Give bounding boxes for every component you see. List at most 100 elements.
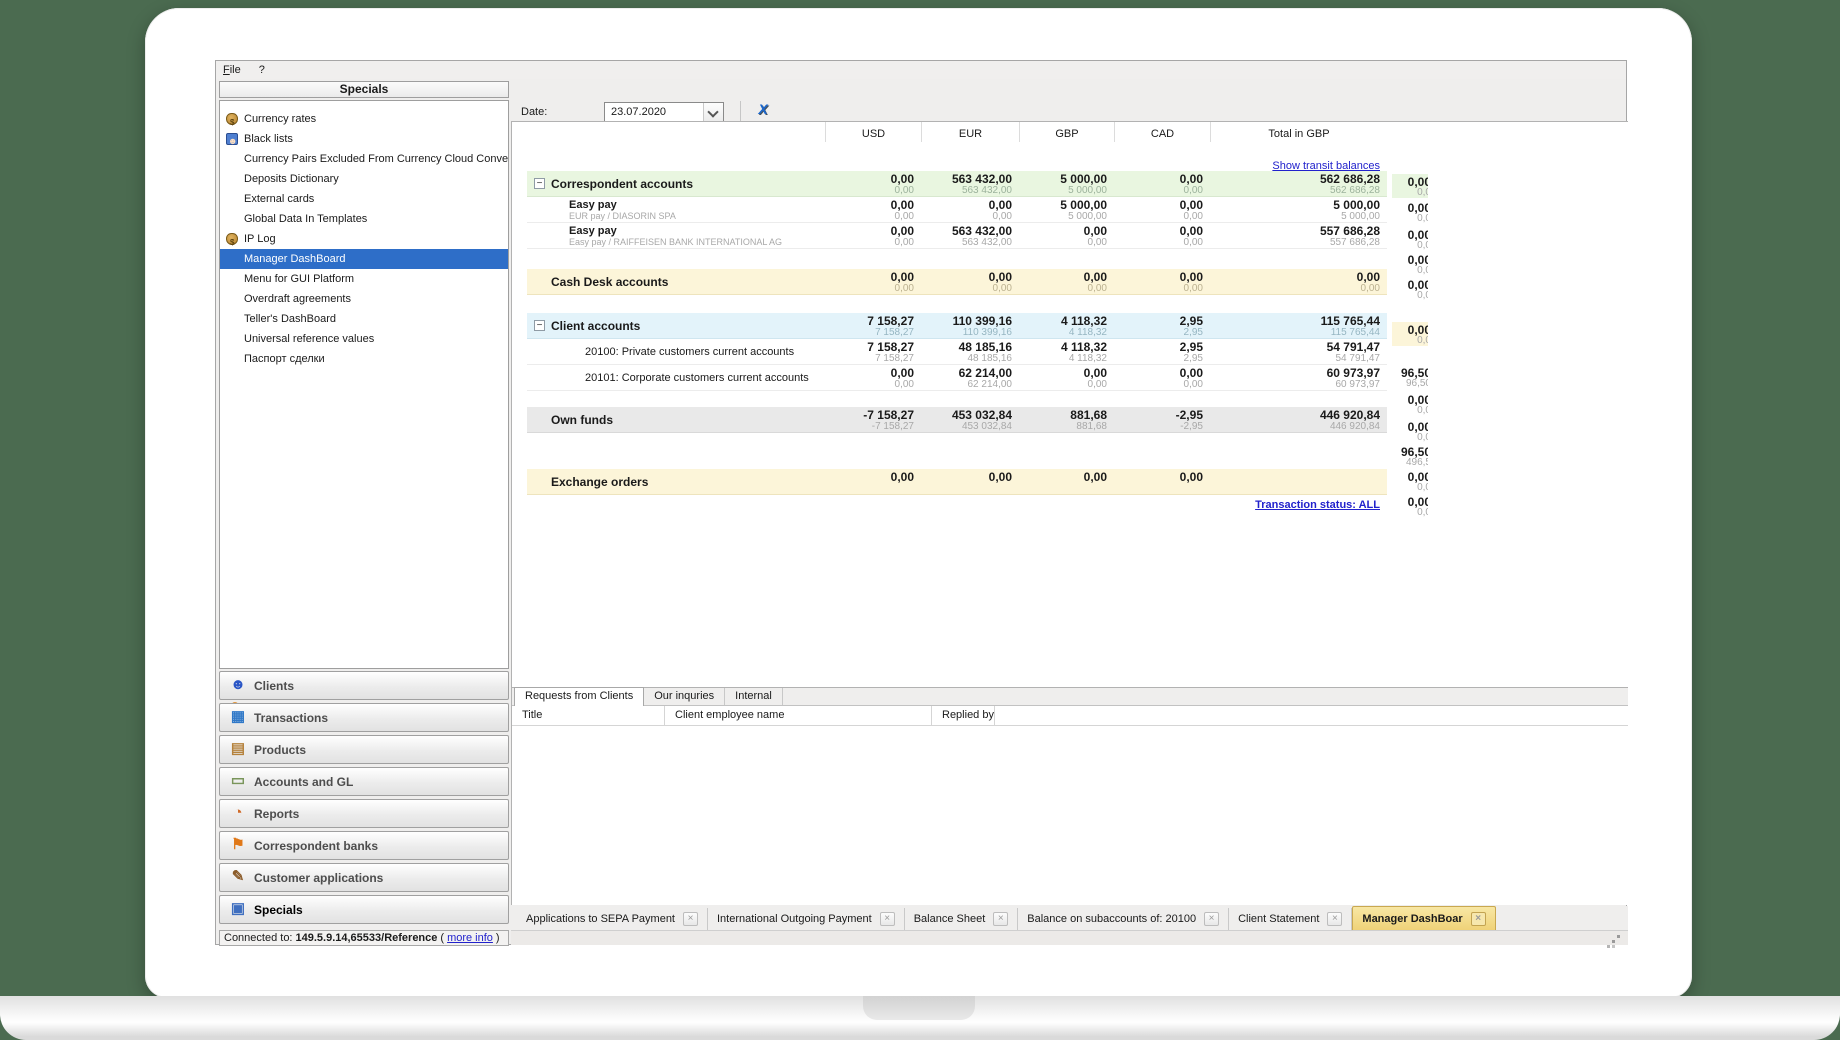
- document-tab[interactable]: Manager DashBoar ×: [1352, 906, 1495, 930]
- table-row[interactable]: −: [527, 295, 1387, 313]
- sidebar-item[interactable]: IP Log: [220, 229, 508, 249]
- sidebar-item[interactable]: Black lists: [220, 129, 508, 149]
- cell-main-value: 563 432,00: [921, 225, 1012, 237]
- status-prefix: Connected to:: [224, 932, 293, 944]
- sidebar-item-label: Паспорт сделки: [244, 353, 325, 365]
- table-row[interactable]: − Own funds -7 158,27 -7 158,27 453 032,…: [527, 407, 1387, 433]
- combobox-arrow-button[interactable]: [703, 103, 723, 121]
- grid-column-header: EUR: [921, 122, 1019, 142]
- balances-grid: USD EUR GBP CAD Total in GBP Show transi…: [511, 121, 1628, 687]
- sidebar-item[interactable]: Паспорт сделки: [220, 349, 508, 369]
- tab-close-icon[interactable]: ×: [1471, 912, 1486, 926]
- row-name-cell: [527, 295, 825, 313]
- cell-sub-value: 4 118,32: [1019, 328, 1107, 338]
- grid-column-header: CAD: [1114, 122, 1210, 142]
- cell-main-value: 0,00: [1392, 322, 1428, 336]
- cell-sub-value: 881,68: [1019, 422, 1107, 432]
- sidebar-item[interactable]: Currency Pairs Excluded From Currency Cl…: [220, 149, 508, 169]
- cell-main-value: 5 000,00: [1019, 173, 1107, 185]
- inquiries-tab-bar: Requests from Clients Our inquries Inter…: [512, 688, 1628, 706]
- sidebar-item[interactable]: Teller's DashBoard: [220, 309, 508, 329]
- cell-sub-value: -7 158,27: [825, 422, 914, 432]
- table-row[interactable]: − Client accounts 7 158,27 7 158,27 110 …: [527, 313, 1387, 339]
- table-row[interactable]: − Exchange orders 0,00 0,00 0,00: [527, 469, 1387, 495]
- resize-grip-icon[interactable]: [1617, 935, 1620, 938]
- sidebar-item[interactable]: External cards: [220, 189, 508, 209]
- cell-main-value: 0,00: [1392, 174, 1428, 188]
- cell-main-value: 2,95: [1114, 315, 1203, 327]
- nav-section-button[interactable]: Products: [219, 735, 509, 764]
- cell-main-value: 0,00: [1392, 392, 1428, 406]
- cell-cad: 0,00 0,00: [1114, 269, 1210, 294]
- document-tab[interactable]: Balance Sheet ×: [905, 908, 1019, 930]
- menu-item-file[interactable]: File: [223, 64, 241, 76]
- inquiries-tab[interactable]: Internal: [725, 688, 783, 705]
- document-tab[interactable]: Applications to SEPA Payment ×: [517, 908, 708, 930]
- table-row[interactable]: − 20101: Corporate customers current acc…: [527, 365, 1387, 391]
- nav-section-button[interactable]: Specials: [219, 895, 509, 924]
- nav-section-button[interactable]: Transactions: [219, 703, 509, 732]
- table-row[interactable]: −: [527, 249, 1387, 269]
- menu-item-help[interactable]: ?: [259, 64, 265, 76]
- table-row[interactable]: − Cash Desk accounts 0,00 0,00 0,00 0,00: [527, 269, 1387, 295]
- cell-main-value: 446 920,84: [1210, 409, 1380, 421]
- sidebar-item[interactable]: Overdraft agreements: [220, 289, 508, 309]
- inquiries-tab[interactable]: Requests from Clients: [514, 687, 644, 706]
- table-row[interactable]: − Correspondent accounts 0,00 0,00 563 4…: [527, 171, 1387, 197]
- cell-usd: 0,00: [825, 469, 921, 494]
- tab-close-icon[interactable]: ×: [880, 912, 895, 926]
- cell-sub-value: 0,00: [825, 238, 914, 248]
- cell-sub-value: 0,00: [825, 212, 914, 222]
- sidebar-item[interactable]: Currency rates: [220, 109, 508, 129]
- table-row[interactable]: − Easy pay EUR pay / DIASORIN SPA 0,00 0…: [527, 197, 1387, 223]
- table-row[interactable]: − Easy pay Easy pay / RAIFFEISEN BANK IN…: [527, 223, 1387, 249]
- status-more-info-link[interactable]: more info: [447, 932, 493, 944]
- cell-main-value: 0,00: [1019, 225, 1107, 237]
- cell-main-value: 562 686,28: [1210, 173, 1380, 185]
- nav-section-button[interactable]: Customer applications: [219, 863, 509, 892]
- nav-section-button[interactable]: Accounts and GL: [219, 767, 509, 796]
- sidebar-item[interactable]: Deposits Dictionary: [220, 169, 508, 189]
- cell-main-value: 0,00: [1114, 271, 1203, 283]
- sidebar-item[interactable]: Global Data In Templates: [220, 209, 508, 229]
- document-tab[interactable]: Balance on subaccounts of: 20100 ×: [1018, 908, 1229, 930]
- table-row[interactable]: − 20100: Private customers current accou…: [527, 339, 1387, 365]
- nav-section-button[interactable]: Reports: [219, 799, 509, 828]
- tab-close-icon[interactable]: ×: [1204, 912, 1219, 926]
- document-tab-label: Balance on subaccounts of: 20100: [1027, 913, 1196, 925]
- document-tab-label: Client Statement: [1238, 913, 1319, 925]
- cell-main-value: 0,00: [1019, 271, 1107, 283]
- toolbar-separator: [740, 101, 741, 122]
- status-server: 149.5.9.14,65533/Reference: [296, 932, 438, 944]
- tab-close-icon[interactable]: ×: [683, 912, 698, 926]
- export-excel-icon[interactable]: X: [752, 101, 774, 121]
- nav-section-label: Customer applications: [254, 871, 383, 885]
- tab-close-icon[interactable]: ×: [1327, 912, 1342, 926]
- nav-section-icon: [228, 739, 248, 759]
- side-overflow-row: 96,50 496,5: [1392, 444, 1428, 468]
- inquiries-tab[interactable]: Our inquries: [644, 688, 725, 705]
- cell-usd: -7 158,27 -7 158,27: [825, 407, 921, 432]
- cell-usd: [825, 249, 921, 269]
- nav-section-button[interactable]: Correspondent banks: [219, 831, 509, 860]
- transaction-status-link[interactable]: Transaction status: ALL: [1210, 499, 1380, 511]
- cell-cad: [1114, 433, 1210, 469]
- sidebar-item-label: Currency Pairs Excluded From Currency Cl…: [244, 153, 508, 165]
- nav-section-button[interactable]: Clients: [219, 671, 509, 700]
- cell-main-value: 0,00: [1019, 367, 1107, 379]
- sidebar-item[interactable]: Universal reference values: [220, 329, 508, 349]
- sidebar-item[interactable]: Menu for GUI Platform: [220, 269, 508, 289]
- document-tab[interactable]: Client Statement ×: [1229, 908, 1352, 930]
- table-row[interactable]: −: [527, 391, 1387, 407]
- cell-usd: 0,00 0,00: [825, 269, 921, 294]
- side-overflow-row: 0,00 0,0: [1392, 322, 1428, 346]
- document-tab[interactable]: International Outgoing Payment ×: [708, 908, 905, 930]
- tab-close-icon[interactable]: ×: [993, 912, 1008, 926]
- cell-sub-value: 0,0: [1392, 433, 1428, 443]
- date-combobox[interactable]: 23.07.2020: [604, 102, 724, 122]
- sidebar-item[interactable]: Manager DashBoard: [220, 249, 508, 269]
- cell-usd: 7 158,27 7 158,27: [825, 339, 921, 364]
- row-name: Easy pay: [569, 225, 617, 237]
- bottom-strip: [511, 931, 1628, 945]
- table-row[interactable]: −: [527, 433, 1387, 469]
